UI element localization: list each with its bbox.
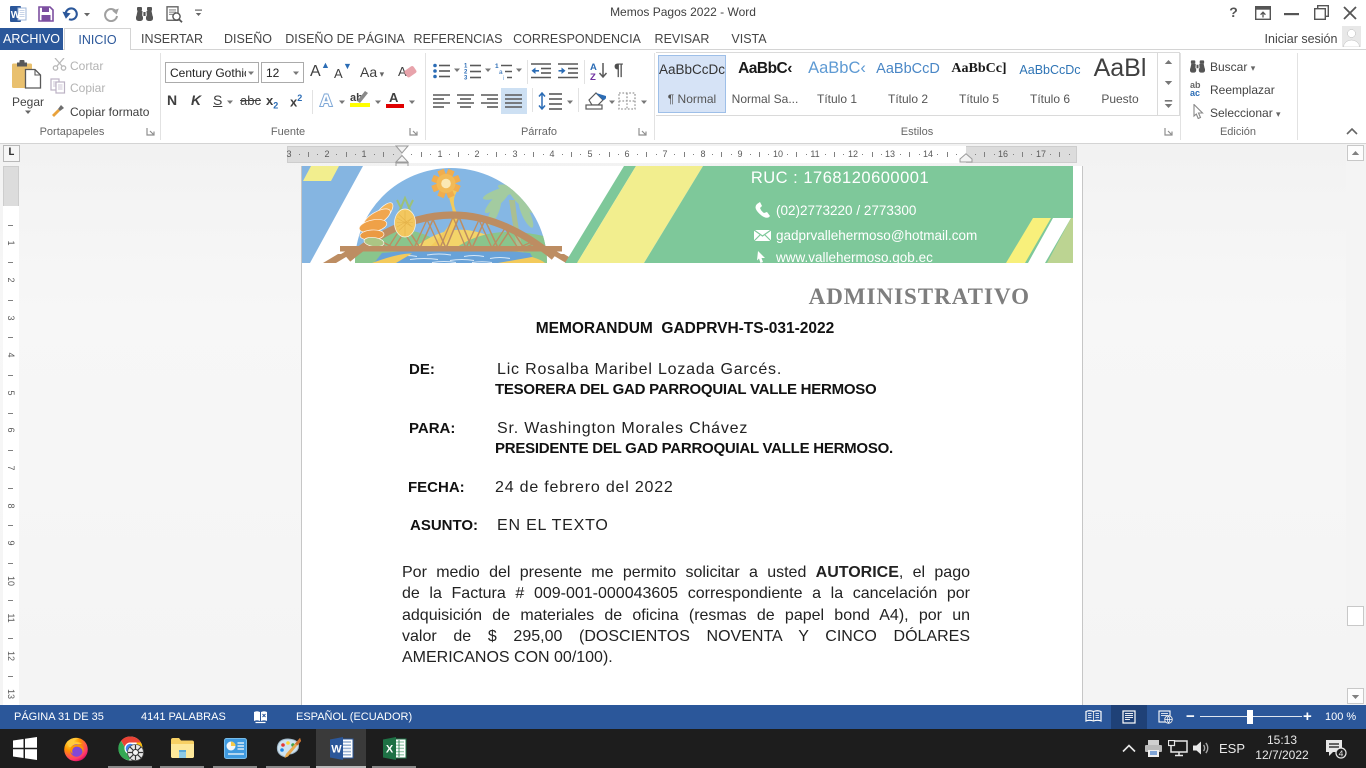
svg-text:3: 3 — [464, 76, 468, 81]
svg-text:www.vallehermoso.gob.ec: www.vallehermoso.gob.ec — [775, 250, 933, 263]
svg-text:Z: Z — [590, 72, 596, 81]
svg-text:(02)2773220 / 2773300: (02)2773220 / 2773300 — [776, 203, 916, 218]
svg-text:W: W — [331, 744, 342, 756]
svg-text:A: A — [320, 91, 332, 110]
svg-text:4: 4 — [1339, 749, 1344, 759]
svg-text:i: i — [503, 75, 504, 80]
svg-text:RUC : 1768120600001: RUC : 1768120600001 — [751, 169, 929, 187]
svg-text:gadprvallehermoso@hotmail.com: gadprvallehermoso@hotmail.com — [776, 228, 977, 243]
svg-text:X: X — [386, 744, 394, 756]
